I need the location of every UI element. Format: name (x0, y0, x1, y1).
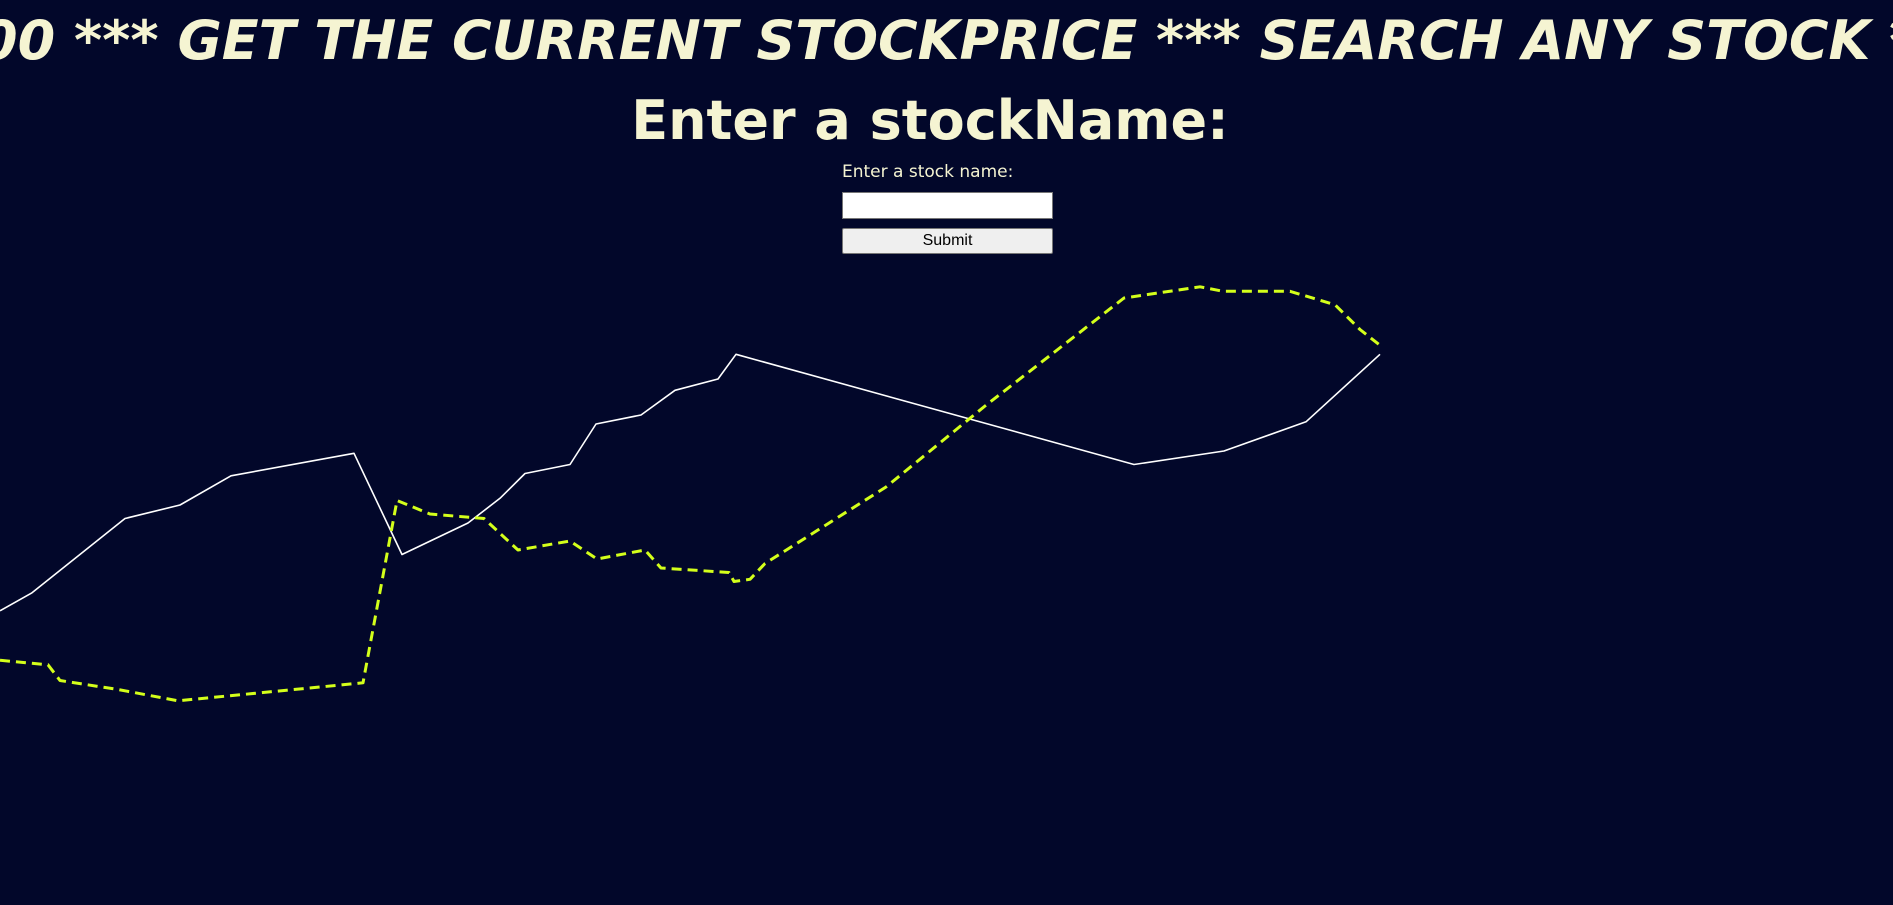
stock-search-form: Enter a stock name: Submit (842, 160, 1054, 254)
stock-price-chart (0, 285, 1381, 703)
chart-series-line-2 (0, 285, 1381, 703)
chart-series-line-1 (0, 353, 1381, 612)
page: 00 *** GET THE CURRENT STOCKPRICE *** SE… (0, 0, 1893, 905)
stock-name-label: Enter a stock name: (842, 162, 1014, 182)
submit-button[interactable]: Submit (842, 228, 1053, 254)
stock-name-input[interactable] (842, 192, 1053, 219)
chart-series-layer (0, 285, 1381, 703)
